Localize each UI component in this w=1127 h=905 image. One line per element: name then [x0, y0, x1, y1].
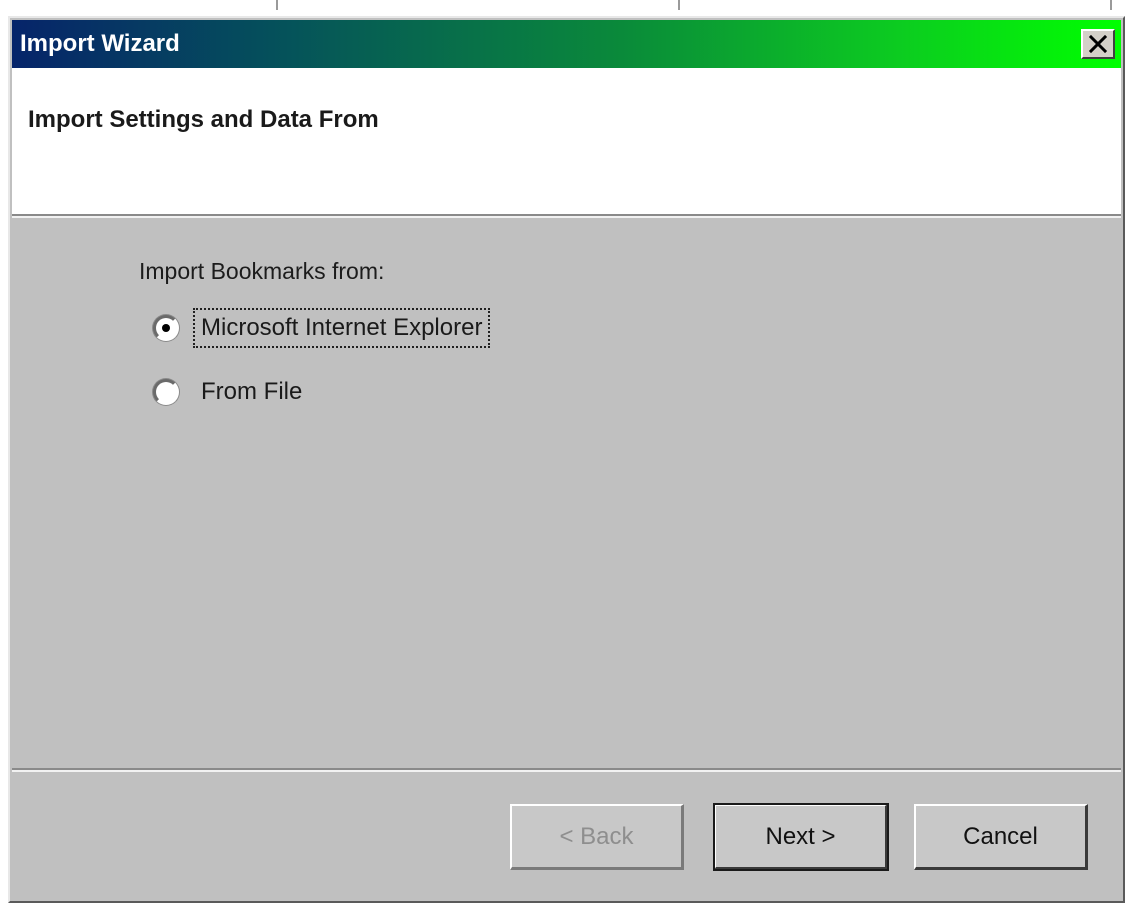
footer-divider [12, 768, 1121, 772]
import-source-label: Import Bookmarks from: [139, 258, 385, 284]
close-icon [1089, 35, 1107, 53]
background-separator [678, 0, 680, 10]
close-button[interactable] [1081, 29, 1115, 59]
header-divider [12, 214, 1121, 218]
import-wizard-dialog: Import Wizard Import Settings and Data F… [8, 16, 1125, 903]
window-title: Import Wizard [20, 30, 180, 57]
radio-label-from-file[interactable]: From File [195, 374, 308, 410]
title-bar[interactable]: Import Wizard [12, 20, 1121, 68]
radio-label-internet-explorer[interactable]: Microsoft Internet Explorer [192, 308, 491, 348]
cancel-button[interactable]: Cancel [914, 804, 1088, 870]
background-window-strip [0, 0, 1127, 16]
radio-dot-icon [162, 324, 170, 332]
radio-option-internet-explorer[interactable]: Microsoft Internet Explorer [153, 308, 491, 348]
background-separator [1110, 0, 1112, 10]
next-button[interactable]: Next > [713, 803, 889, 871]
radio-button-selected[interactable] [153, 315, 179, 341]
back-button[interactable]: < Back [510, 804, 684, 870]
page-title: Import Settings and Data From [28, 106, 379, 133]
wizard-header: Import Settings and Data From [12, 68, 1121, 214]
radio-button-unselected[interactable] [153, 379, 179, 405]
radio-option-from-file[interactable]: From File [153, 374, 308, 410]
background-separator [276, 0, 278, 10]
